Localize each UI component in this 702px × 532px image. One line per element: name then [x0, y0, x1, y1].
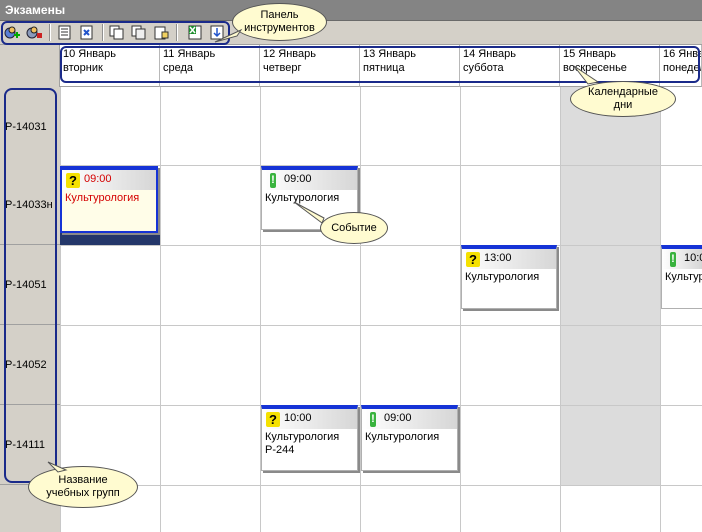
exclamation-icon: !	[670, 252, 676, 267]
toolbar	[0, 21, 702, 45]
toolbar-separator	[49, 24, 51, 41]
event-subject: Культурология	[365, 431, 440, 443]
question-icon: ?	[66, 173, 80, 188]
event-card[interactable]: ? 10:00 Культурология Р-244	[261, 405, 358, 471]
day-date: 15 Январь	[563, 48, 616, 60]
group-row-header[interactable]: Р-14033н	[0, 165, 60, 245]
zoom-icon[interactable]	[78, 24, 96, 41]
day-header[interactable]: 16 Январь понедельник	[660, 45, 702, 87]
day-weekday: пятница	[363, 62, 405, 74]
day-header[interactable]: 10 Январь вторник	[60, 45, 160, 87]
copy2-icon[interactable]	[130, 24, 148, 41]
day-weekday: суббота	[463, 62, 504, 74]
event-subject: Культурология	[65, 192, 140, 204]
callout-toolbar-text: Панель инструментов	[244, 9, 315, 34]
event-subject: Культурология	[665, 271, 702, 283]
group-row-header[interactable]: Р-14051	[0, 245, 60, 325]
question-icon: ?	[466, 252, 480, 267]
copy-icon[interactable]	[108, 24, 126, 41]
event-time: 09:00	[384, 412, 412, 424]
group-name: Р-14052	[5, 358, 47, 371]
day-header[interactable]: 11 Январь среда	[160, 45, 260, 87]
grid-vline	[460, 87, 461, 532]
event-card[interactable]: ? 13:00 Культурология	[461, 245, 557, 309]
callout-tail	[47, 461, 68, 473]
callout-tail	[573, 65, 600, 85]
paste-icon[interactable]	[152, 24, 170, 41]
event-subject: Культурология	[465, 271, 540, 283]
day-weekday: вторник	[63, 62, 103, 74]
callout-groups-text: Название учебных групп	[46, 474, 120, 499]
event-card[interactable]: ! 10:00 Культурология	[661, 245, 702, 309]
grid-hline	[60, 325, 702, 326]
grid-vline	[160, 87, 161, 532]
weekend-column	[561, 87, 660, 485]
grid-vline	[660, 87, 661, 532]
toolbar-separator	[176, 24, 178, 41]
callout-calendar-days-text: Календарные дни	[588, 86, 658, 111]
group-name: Р-14033н	[5, 198, 53, 211]
event-time: 10:00	[284, 412, 312, 424]
callout-event: Событие	[320, 212, 388, 244]
selection-bar	[60, 233, 160, 245]
grid-hline	[60, 485, 702, 486]
event-subject: Культурология	[265, 431, 340, 443]
event-time: 13:00	[484, 252, 512, 264]
group-row-header[interactable]: Р-14052	[0, 325, 60, 405]
grid-corner	[0, 45, 60, 87]
grid-hline	[60, 245, 702, 246]
excel-icon[interactable]	[186, 24, 204, 41]
day-date: 13 Январь	[363, 48, 416, 60]
callout-toolbar: Панель инструментов	[232, 3, 327, 41]
day-date: 16 Январь	[663, 48, 701, 60]
day-header[interactable]: 14 Январь суббота	[460, 45, 560, 87]
day-date: 11 Январь	[163, 48, 216, 60]
day-weekday: понедельник	[663, 62, 701, 74]
print-icon[interactable]	[56, 24, 74, 41]
toolbar-separator	[102, 24, 104, 41]
group-name: Р-14031	[5, 120, 47, 133]
group-row-header[interactable]: Р-14031	[0, 87, 60, 167]
add-event-icon[interactable]	[3, 24, 21, 41]
event-time: 10:00	[684, 252, 702, 264]
event-card[interactable]: ? 09:00 Культурология	[60, 166, 158, 233]
day-weekday: среда	[163, 62, 194, 74]
callout-calendar-days: Календарные дни	[570, 81, 676, 117]
group-name: Р-14051	[5, 278, 47, 291]
callout-event-text: Событие	[331, 221, 377, 234]
day-date: 14 Январь	[463, 48, 516, 60]
event-time: 09:00	[84, 173, 112, 185]
window-titlebar: Экзамены	[0, 0, 702, 21]
event-time: 09:00	[284, 173, 312, 185]
callout-tail	[293, 201, 325, 224]
add-group-icon[interactable]	[25, 24, 43, 41]
callout-tail	[214, 28, 243, 43]
day-weekday: четверг	[263, 62, 302, 74]
exclamation-icon: !	[270, 173, 276, 188]
day-header[interactable]: 12 Январь четверг	[260, 45, 360, 87]
grid-vline	[560, 87, 561, 532]
question-icon: ?	[266, 412, 280, 427]
day-header[interactable]: 13 Январь пятница	[360, 45, 460, 87]
event-card[interactable]: ! 09:00 Культурология	[361, 405, 458, 471]
window-title: Экзамены	[5, 3, 66, 17]
exclamation-icon: !	[370, 412, 376, 427]
day-date: 12 Январь	[263, 48, 316, 60]
event-room: Р-244	[265, 444, 295, 456]
group-name: Р-14111	[5, 438, 45, 451]
day-date: 10 Январь	[63, 48, 116, 60]
